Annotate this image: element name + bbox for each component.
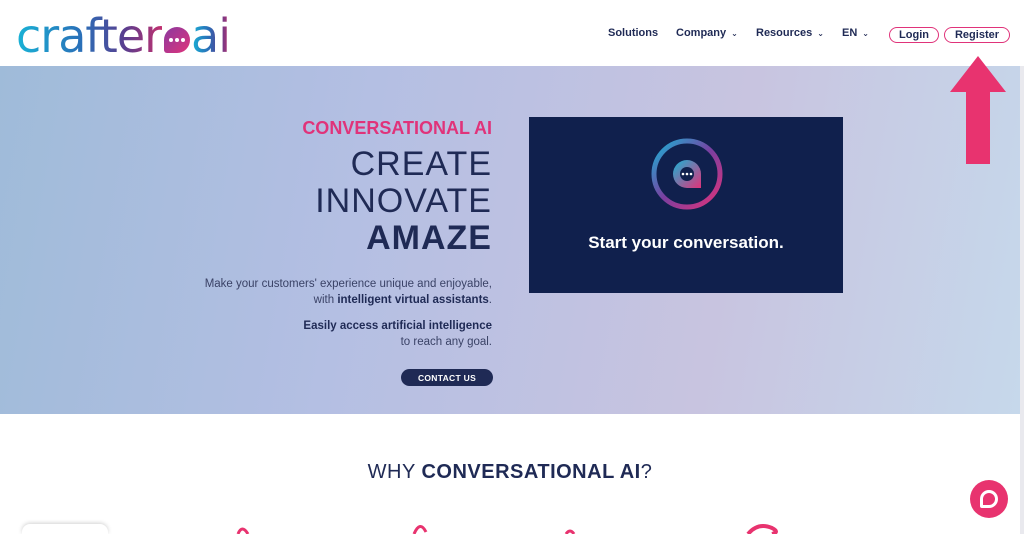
chat-ring-logo-icon <box>651 138 723 210</box>
nav-solutions-label: Solutions <box>608 27 659 39</box>
chat-widget-button[interactable] <box>970 480 1008 518</box>
why-section-title: WHY CONVERSATIONAL AI? <box>0 461 1020 484</box>
hero-description: Make your customers' experience unique a… <box>205 276 492 308</box>
desc-line-2: with intelligent virtual assistants. <box>205 292 492 308</box>
desc-line-1: Make your customers' experience unique a… <box>204 278 492 290</box>
contact-us-label: CONTACT US <box>417 372 477 383</box>
nav-language-label: EN <box>842 27 858 39</box>
page-scrollbar[interactable] <box>1020 66 1024 534</box>
nav-solutions[interactable]: Solutions <box>608 27 658 39</box>
nav-company[interactable]: Company ⌄ <box>676 27 738 39</box>
main-nav: Solutions Company ⌄ Resources ⌄ EN ⌄ <box>0 27 1024 43</box>
hero-description-2: Easily access artificial intelligence to… <box>303 318 492 350</box>
desc-bold: intelligent virtual assistants <box>337 294 489 306</box>
why-bold: CONVERSATIONAL AI <box>421 461 641 483</box>
login-label: Login <box>899 29 929 41</box>
site-header: crafter ai Solutions Company ⌄ Resources… <box>0 0 1024 66</box>
register-label: Register <box>954 29 1000 41</box>
hero-eyebrow: CONVERSATIONAL AI <box>302 118 492 138</box>
chevron-down-icon: ⌄ <box>731 28 738 38</box>
desc2-line-2: to reach any goal. <box>400 336 492 348</box>
why-suffix: ? <box>640 461 653 483</box>
hero-section <box>0 66 1020 414</box>
headline-line-amaze: AMAZE <box>366 219 492 257</box>
headline-line-create: CREATE <box>350 145 492 183</box>
hero-headline: CREATE INNOVATE AMAZE <box>315 146 492 257</box>
nav-language[interactable]: EN ⌄ <box>842 27 869 39</box>
nav-resources-label: Resources <box>756 27 813 39</box>
decorative-wave-icon <box>236 524 778 534</box>
nav-resources[interactable]: Resources ⌄ <box>756 27 824 39</box>
chat-bubble-icon <box>980 490 998 508</box>
login-button[interactable]: Login <box>889 27 939 43</box>
desc-suffix: . <box>488 294 492 306</box>
start-conversation-card[interactable]: Start your conversation. <box>529 117 843 293</box>
why-prefix: WHY <box>367 461 422 483</box>
cookie-widget[interactable] <box>22 524 108 534</box>
nav-company-label: Company <box>676 27 727 39</box>
chevron-down-icon: ⌄ <box>817 28 824 38</box>
contact-us-button[interactable]: CONTACT US <box>401 369 493 386</box>
register-button[interactable]: Register <box>944 27 1010 43</box>
card-title: Start your conversation. <box>588 233 784 252</box>
chevron-down-icon: ⌄ <box>862 28 869 38</box>
headline-line-innovate: INNOVATE <box>315 182 492 220</box>
desc-prefix: with <box>313 294 338 306</box>
desc2-bold: Easily access artificial intelligence <box>303 320 492 332</box>
arrow-up-icon <box>950 56 1006 164</box>
